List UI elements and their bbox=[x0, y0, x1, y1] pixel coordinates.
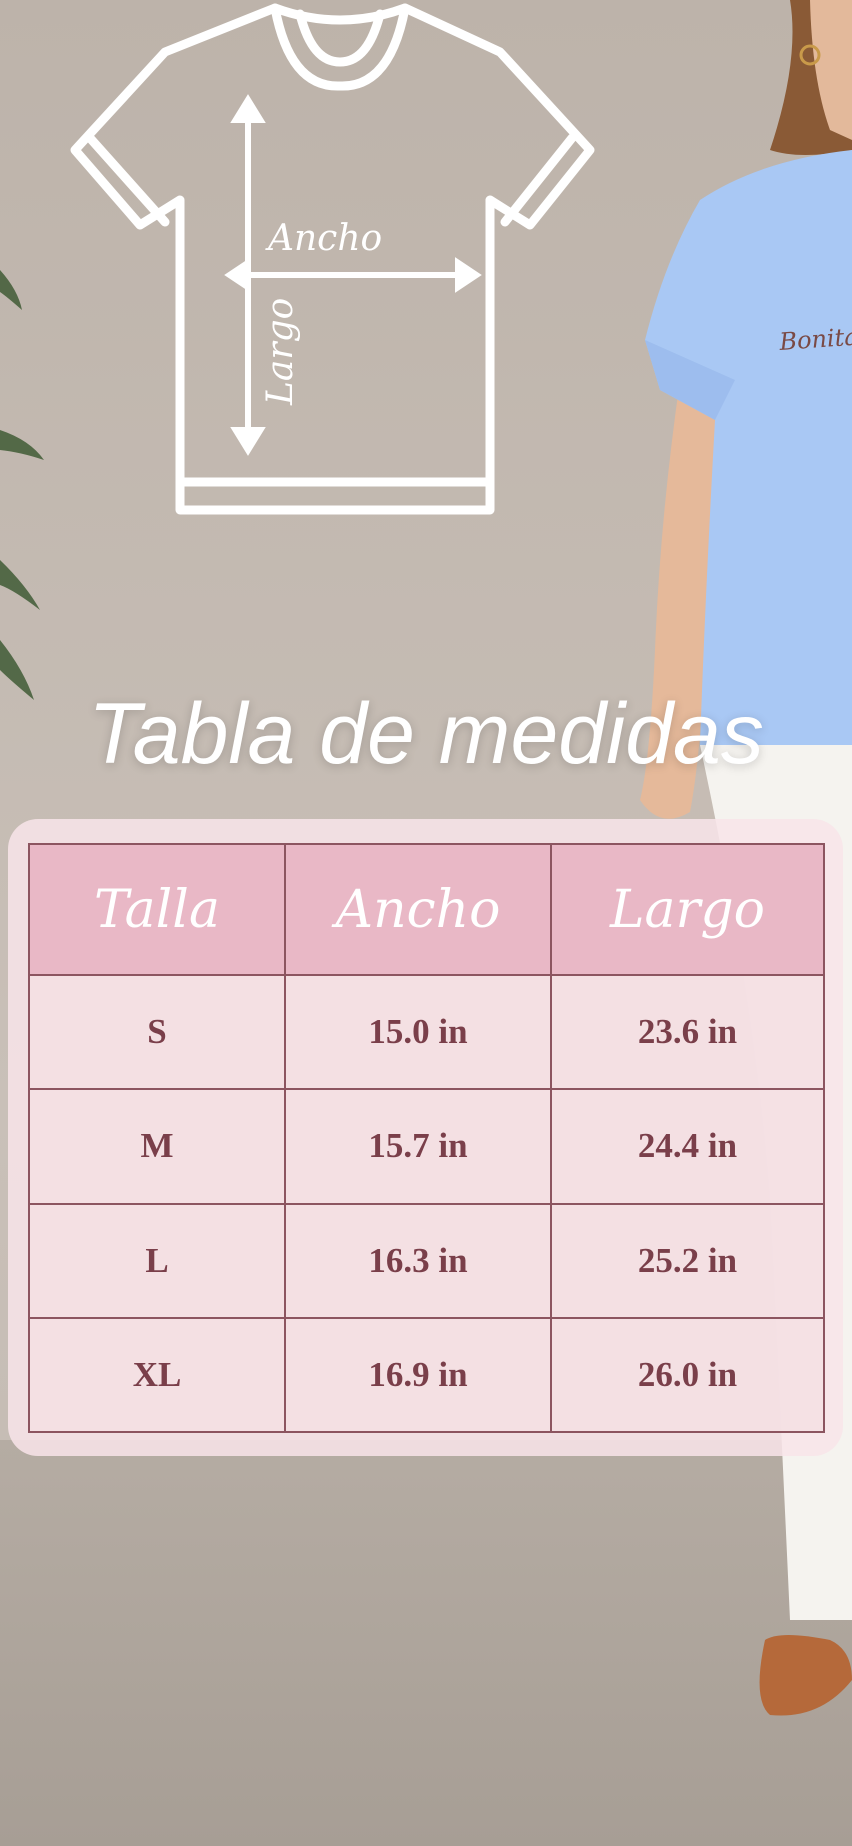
width-arrow bbox=[224, 257, 482, 293]
size-cell: XL bbox=[28, 1316, 286, 1434]
width-cell: 16.9 in bbox=[284, 1316, 552, 1434]
table-row: S 15.0 in 23.6 in bbox=[28, 973, 825, 1091]
page-title: Tabla de medidas bbox=[88, 686, 764, 782]
tshirt-diagram: Ancho Largo bbox=[70, 3, 595, 515]
size-cell: S bbox=[28, 973, 286, 1091]
length-cell: 25.2 in bbox=[550, 1202, 825, 1319]
length-cell: 26.0 in bbox=[550, 1316, 825, 1434]
length-cell: 24.4 in bbox=[550, 1088, 825, 1205]
header-size: Talla bbox=[28, 843, 286, 976]
table-row: XL 16.9 in 26.0 in bbox=[28, 1316, 825, 1434]
size-cell: M bbox=[28, 1088, 286, 1205]
size-cell: L bbox=[28, 1202, 286, 1319]
width-cell: 15.7 in bbox=[284, 1088, 552, 1205]
length-label: Largo bbox=[260, 298, 301, 406]
header-length: Largo bbox=[550, 843, 825, 976]
shirt-print-text: Bonita, bbox=[777, 322, 852, 356]
table-row: L 16.3 in 25.2 in bbox=[28, 1202, 825, 1319]
width-cell: 15.0 in bbox=[284, 973, 552, 1091]
header-row: Talla Ancho Largo bbox=[28, 843, 825, 976]
width-label: Ancho bbox=[265, 218, 382, 259]
header-width: Ancho bbox=[284, 843, 552, 976]
length-cell: 23.6 in bbox=[550, 973, 825, 1091]
table-row: M 15.7 in 24.4 in bbox=[28, 1088, 825, 1205]
size-table: Talla Ancho Largo S 15.0 in 23.6 in M 15… bbox=[28, 843, 825, 1434]
width-cell: 16.3 in bbox=[284, 1202, 552, 1319]
